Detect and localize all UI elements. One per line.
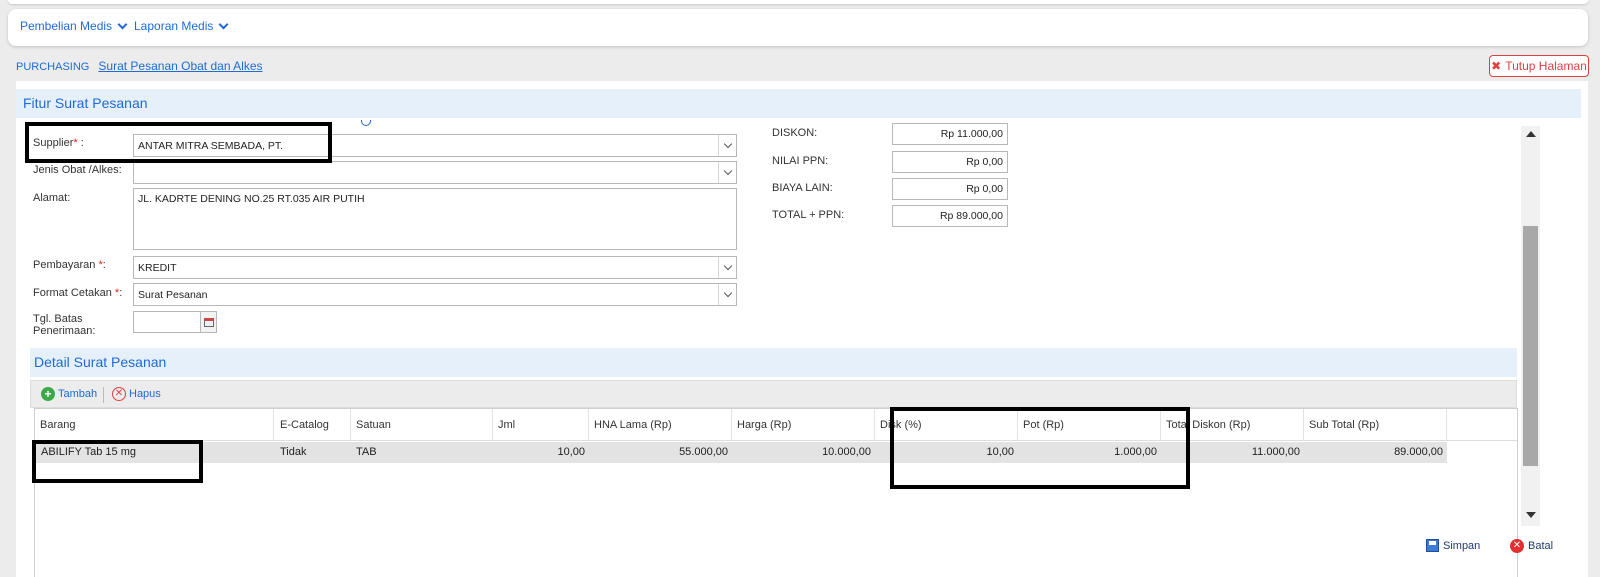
cell-barang: ABILIFY Tab 15 mg xyxy=(41,446,136,458)
chevron-down-icon[interactable] xyxy=(718,257,736,278)
total-ppn-label: TOTAL + PPN: xyxy=(772,209,845,221)
vertical-scrollbar[interactable] xyxy=(1521,126,1540,526)
nilai-ppn-label: NILAI PPN: xyxy=(772,155,829,167)
supplier-select[interactable]: ANTAR MITRA SEMBADA, PT. xyxy=(133,134,737,157)
biaya-lain-field[interactable]: Rp 0,00 xyxy=(892,178,1008,200)
breadcrumb: PURCHASING Surat Pesanan Obat dan Alkes xyxy=(16,59,263,73)
cell-jml: 10,00 xyxy=(557,446,585,458)
menu-pembelian-medis-label: Pembelian Medis xyxy=(20,19,113,33)
tgl-batas-label: Tgl. Batas Penerimaan: xyxy=(33,313,96,337)
menu-laporan-medis-label: Laporan Medis xyxy=(134,19,214,33)
detail-title: Detail Surat Pesanan xyxy=(34,354,167,370)
menu-pembelian-medis[interactable]: Pembelian Medis xyxy=(20,19,128,33)
table-row[interactable]: ABILIFY Tab 15 mg Tidak TAB 10,00 55.000… xyxy=(35,442,1447,463)
save-icon xyxy=(1426,539,1439,552)
breadcrumb-root: PURCHASING xyxy=(16,61,90,73)
add-label: Tambah xyxy=(58,388,98,400)
diskon-label: DISKON: xyxy=(772,127,818,139)
calendar-button[interactable] xyxy=(200,311,217,333)
cell-pot: 1.000,00 xyxy=(1114,446,1157,458)
detail-header: Detail Surat Pesanan xyxy=(30,348,1517,377)
detail-toolbar: + Tambah ✕ Hapus xyxy=(30,380,1517,408)
col-satuan[interactable]: Satuan xyxy=(351,409,493,441)
cell-satuan: TAB xyxy=(356,446,377,458)
delete-icon: ✕ xyxy=(112,387,126,401)
cell-sub-total: 89.000,00 xyxy=(1394,446,1443,458)
cell-total-diskon: 11.000,00 xyxy=(1251,446,1300,458)
col-pot[interactable]: Pot (Rp) xyxy=(1018,409,1161,441)
alamat-label: Alamat: xyxy=(33,192,71,204)
diskon-field[interactable]: Rp 11.000,00 xyxy=(892,123,1008,145)
biaya-lain-label: BIAYA LAIN: xyxy=(772,182,833,194)
cell-ecatalog: Tidak xyxy=(280,446,307,458)
delete-button[interactable]: ✕ Hapus xyxy=(112,387,161,401)
cancel-label: Batal xyxy=(1528,540,1554,552)
alamat-textarea[interactable]: JL. KADRTE DENING NO.25 RT.035 AIR PUTIH xyxy=(133,188,737,250)
col-total-diskon[interactable]: Total Diskon (Rp) xyxy=(1161,409,1304,441)
jenis-label: Jenis Obat /Alkes: xyxy=(33,164,122,176)
tgl-batas-input[interactable] xyxy=(133,311,201,333)
col-ecatalog[interactable]: E-Catalog xyxy=(275,409,351,441)
alamat-value: JL. KADRTE DENING NO.25 RT.035 AIR PUTIH xyxy=(138,193,365,205)
pembayaran-value: KREDIT xyxy=(138,261,177,274)
pembayaran-select[interactable]: KREDIT xyxy=(133,256,737,279)
chevron-down-icon xyxy=(117,19,128,29)
main-panel: Fitur Surat Pesanan Supplier* : ANTAR MI… xyxy=(16,81,1588,577)
scroll-up-icon[interactable] xyxy=(1526,131,1536,137)
col-disk[interactable]: Disk (%) xyxy=(875,409,1018,441)
scroll-thumb[interactable] xyxy=(1523,226,1538,466)
breadcrumb-current[interactable]: Surat Pesanan Obat dan Alkes xyxy=(98,59,262,73)
format-cetakan-label: Format Cetakan *: xyxy=(33,287,123,299)
cancel-button[interactable]: ✕ Batal xyxy=(1510,539,1553,553)
supplier-label: Supplier* : xyxy=(33,137,84,149)
cancel-icon: ✕ xyxy=(1510,539,1524,553)
chevron-down-icon[interactable] xyxy=(718,284,736,305)
col-jml[interactable]: Jml xyxy=(493,409,589,441)
jenis-select[interactable] xyxy=(133,161,737,184)
panel-title: Fitur Surat Pesanan xyxy=(23,95,148,111)
pembayaran-label: Pembayaran *: xyxy=(33,259,106,271)
form-area: Supplier* : ANTAR MITRA SEMBADA, PT. Jen… xyxy=(16,118,1556,577)
scroll-down-icon[interactable] xyxy=(1526,512,1536,518)
chevron-down-icon xyxy=(218,19,229,29)
save-label: Simpan xyxy=(1443,539,1481,552)
col-harga[interactable]: Harga (Rp) xyxy=(732,409,875,441)
add-button[interactable]: + Tambah xyxy=(41,387,97,401)
panel-header: Fitur Surat Pesanan xyxy=(16,89,1581,118)
chevron-down-icon[interactable] xyxy=(718,135,736,156)
total-ppn-field[interactable]: Rp 89.000,00 xyxy=(892,205,1008,227)
cell-harga: 10.000,00 xyxy=(822,446,871,458)
top-strip xyxy=(8,0,1588,4)
nilai-ppn-field[interactable]: Rp 0,00 xyxy=(892,151,1008,173)
col-hna-lama[interactable]: HNA Lama (Rp) xyxy=(589,409,732,441)
close-page-button[interactable]: ✖ Tutup Halaman xyxy=(1489,55,1589,77)
col-barang[interactable]: Barang xyxy=(35,409,274,441)
cell-disk: 10,00 xyxy=(986,446,1014,458)
col-sub-total[interactable]: Sub Total (Rp) xyxy=(1304,409,1447,441)
delete-label: Hapus xyxy=(129,388,161,400)
supplier-value: ANTAR MITRA SEMBADA, PT. xyxy=(138,139,284,152)
cell-hna-lama: 55.000,00 xyxy=(679,446,728,458)
close-page-label: Tutup Halaman xyxy=(1505,59,1587,73)
menu-laporan-medis[interactable]: Laporan Medis xyxy=(134,19,229,33)
menu-bar: Pembelian Medis Laporan Medis xyxy=(8,9,1588,46)
grid-header: Barang E-Catalog Satuan Jml HNA Lama (Rp… xyxy=(35,409,1517,441)
format-cetakan-value: Surat Pesanan xyxy=(138,288,208,301)
chevron-down-icon[interactable] xyxy=(718,162,736,183)
close-icon: ✖ xyxy=(1491,59,1502,73)
toolbar-divider xyxy=(103,387,104,403)
format-cetakan-select[interactable]: Surat Pesanan xyxy=(133,283,737,306)
plus-icon: + xyxy=(41,387,55,401)
calendar-icon xyxy=(203,317,214,327)
save-button[interactable]: Simpan xyxy=(1426,539,1480,552)
detail-grid: Barang E-Catalog Satuan Jml HNA Lama (Rp… xyxy=(34,408,1518,577)
